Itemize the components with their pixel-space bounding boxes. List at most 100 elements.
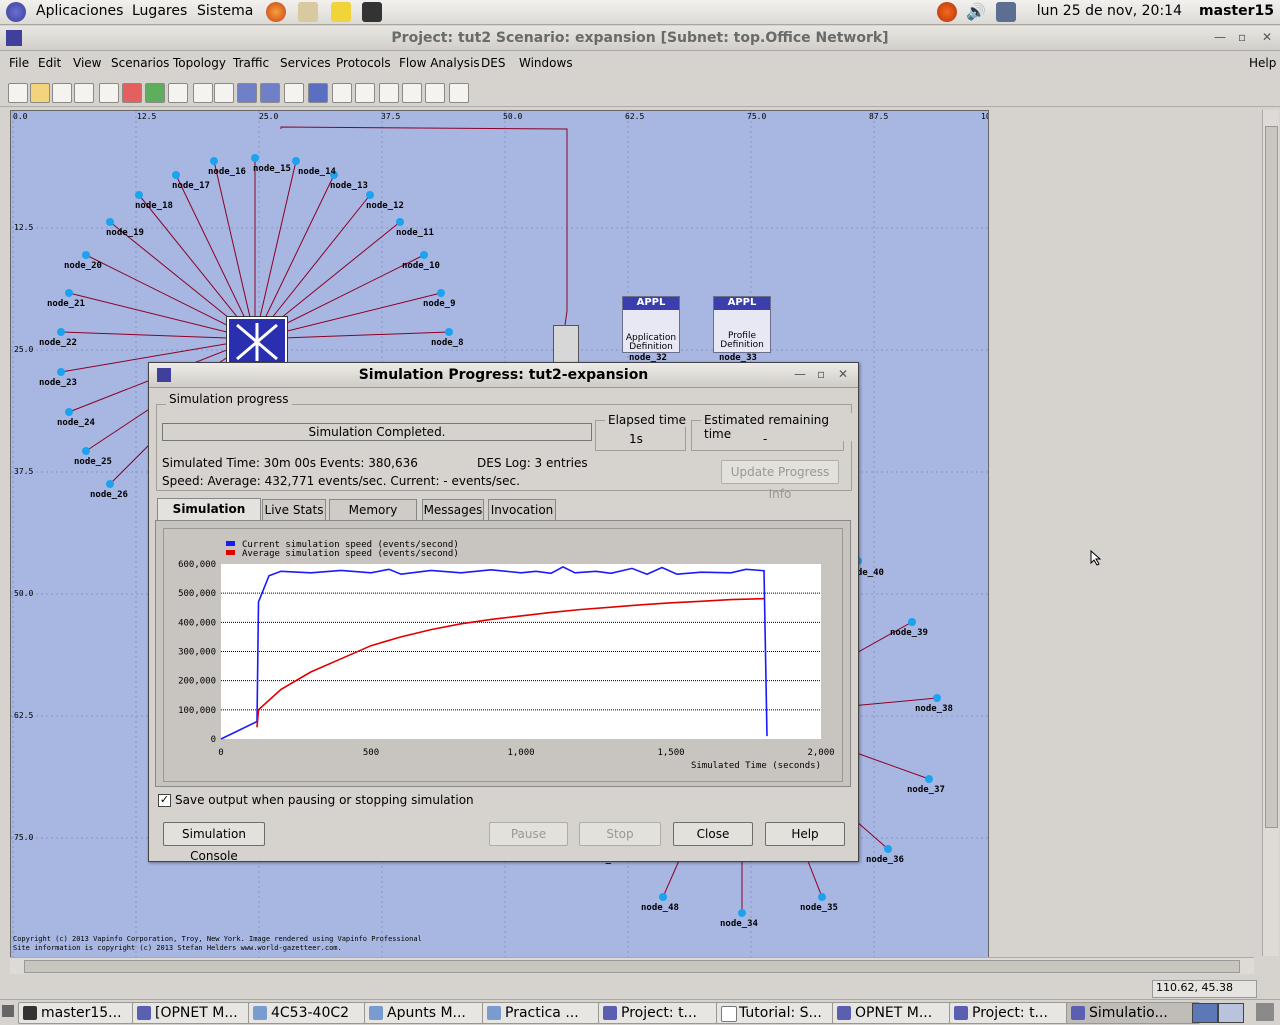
- info-icon[interactable]: [449, 83, 469, 103]
- menu-services[interactable]: Services: [280, 56, 331, 70]
- user-name[interactable]: master15: [1199, 3, 1274, 19]
- close-button[interactable]: Close: [673, 822, 753, 846]
- vertical-scrollbar[interactable]: [1262, 110, 1279, 956]
- menu-help[interactable]: Help: [1249, 56, 1276, 70]
- update-alert-icon[interactable]: [937, 2, 957, 22]
- gnome-foot-icon[interactable]: [6, 2, 26, 22]
- notes-icon[interactable]: [331, 2, 351, 22]
- configure-ace-icon[interactable]: [237, 83, 257, 103]
- application-definition-node[interactable]: APPL Application Definition: [622, 296, 680, 353]
- node-dot[interactable]: [437, 289, 445, 297]
- workspace-switcher-2[interactable]: [1218, 1003, 1244, 1023]
- trash-icon[interactable]: [1256, 1003, 1274, 1021]
- tab-memory-usage[interactable]: Memory Usage: [329, 499, 417, 537]
- run-simulation-icon[interactable]: [308, 83, 328, 103]
- task-project-2[interactable]: Project: t...: [949, 1002, 1081, 1024]
- link-icon[interactable]: [355, 83, 375, 103]
- node-dot[interactable]: [57, 328, 65, 336]
- tab-live-stats[interactable]: Live Stats: [262, 499, 326, 520]
- node-dot[interactable]: [818, 893, 826, 901]
- hide-icon[interactable]: [379, 83, 399, 103]
- node-dot[interactable]: [210, 157, 218, 165]
- link-line[interactable]: [280, 126, 568, 326]
- node-dot[interactable]: [135, 191, 143, 199]
- pause-button[interactable]: Pause: [489, 822, 568, 846]
- link-line[interactable]: [855, 820, 889, 850]
- node-dot[interactable]: [659, 893, 667, 901]
- dialog-minimize-icon[interactable]: —: [794, 367, 806, 381]
- link-line[interactable]: [254, 174, 335, 340]
- node-dot[interactable]: [65, 289, 73, 297]
- new-icon[interactable]: [8, 83, 28, 103]
- node-dot[interactable]: [366, 191, 374, 199]
- link-line[interactable]: [850, 750, 930, 780]
- menu-des[interactable]: DES: [481, 56, 505, 70]
- task-practica[interactable]: Practica ...: [482, 1002, 614, 1024]
- node-dot[interactable]: [445, 328, 453, 336]
- node-dot[interactable]: [420, 251, 428, 259]
- zoom-out-icon[interactable]: [214, 83, 234, 103]
- menu-applications[interactable]: Aplicaciones: [36, 3, 123, 19]
- link-line[interactable]: [805, 855, 823, 898]
- node-dot[interactable]: [908, 618, 916, 626]
- return-parent-icon[interactable]: [168, 83, 188, 103]
- node-dot[interactable]: [884, 845, 892, 853]
- recover-node-icon[interactable]: [145, 83, 165, 103]
- link-line[interactable]: [213, 160, 256, 340]
- task-project-1[interactable]: Project: t...: [598, 1002, 730, 1024]
- task-master15[interactable]: master15...: [18, 1002, 146, 1024]
- workspace-switcher-1[interactable]: [1192, 1003, 1218, 1023]
- files-icon[interactable]: [298, 2, 318, 22]
- close-icon[interactable]: ✕: [1262, 30, 1272, 44]
- menu-windows[interactable]: Windows: [519, 56, 573, 70]
- tab-simulation-speed[interactable]: Simulation Speed: [157, 498, 261, 536]
- node-dot[interactable]: [82, 251, 90, 259]
- fail-node-icon[interactable]: [122, 83, 142, 103]
- hub-node[interactable]: [227, 317, 287, 367]
- show-desktop-icon[interactable]: [2, 1005, 14, 1017]
- graph-icon[interactable]: [425, 83, 445, 103]
- dialog-close-icon[interactable]: ✕: [838, 367, 848, 381]
- node-dot[interactable]: [925, 775, 933, 783]
- node-dot[interactable]: [933, 694, 941, 702]
- menu-traffic[interactable]: Traffic: [233, 56, 269, 70]
- stop-button[interactable]: Stop: [579, 822, 661, 846]
- node-dot[interactable]: [172, 171, 180, 179]
- zoom-in-icon[interactable]: [193, 83, 213, 103]
- menu-places[interactable]: Lugares: [132, 3, 187, 19]
- traffic-light-icon[interactable]: [284, 83, 304, 103]
- node-dot[interactable]: [106, 218, 114, 226]
- configure-vne-icon[interactable]: [260, 83, 280, 103]
- simulation-console-button[interactable]: Simulation Console: [163, 822, 265, 863]
- node-dot[interactable]: [57, 368, 65, 376]
- server-node[interactable]: [553, 325, 579, 365]
- node-dot[interactable]: [738, 909, 746, 917]
- task-apunts[interactable]: Apunts M...: [364, 1002, 498, 1024]
- link-line[interactable]: [254, 160, 297, 340]
- main-window-titlebar[interactable]: Project: tut2 Scenario: expansion [Subne…: [0, 26, 1280, 51]
- save-icon[interactable]: [52, 83, 72, 103]
- clock[interactable]: lun 25 de nov, 20:14: [1037, 3, 1182, 19]
- update-progress-button[interactable]: Update Progress Info: [721, 460, 839, 501]
- tab-invocation[interactable]: Invocation: [488, 499, 556, 520]
- node-dot[interactable]: [396, 218, 404, 226]
- menu-system[interactable]: Sistema: [197, 3, 253, 19]
- maximize-icon[interactable]: ▫: [1238, 30, 1246, 44]
- menu-flow-analysis[interactable]: Flow Analysis: [399, 56, 480, 70]
- task-folder-4c53[interactable]: 4C53-40C2: [248, 1002, 380, 1024]
- menu-file[interactable]: File: [9, 56, 29, 70]
- task-opnet-1[interactable]: [OPNET M...: [132, 1002, 264, 1024]
- volume-icon[interactable]: 🔊: [966, 2, 986, 22]
- terminal-icon[interactable]: [362, 2, 382, 22]
- network-icon[interactable]: [996, 2, 1016, 22]
- hscroll-thumb[interactable]: [24, 960, 1240, 973]
- scroll-thumb[interactable]: [1265, 126, 1278, 828]
- select-icon[interactable]: [332, 83, 352, 103]
- menu-protocols[interactable]: Protocols: [336, 56, 391, 70]
- profile-definition-node[interactable]: APPL Profile Definition: [713, 296, 771, 353]
- firefox-icon[interactable]: [266, 2, 286, 22]
- open-icon[interactable]: [30, 83, 50, 103]
- node-dot[interactable]: [251, 154, 259, 162]
- save-output-checkbox[interactable]: ✓: [158, 794, 171, 807]
- palette-icon[interactable]: [99, 83, 119, 103]
